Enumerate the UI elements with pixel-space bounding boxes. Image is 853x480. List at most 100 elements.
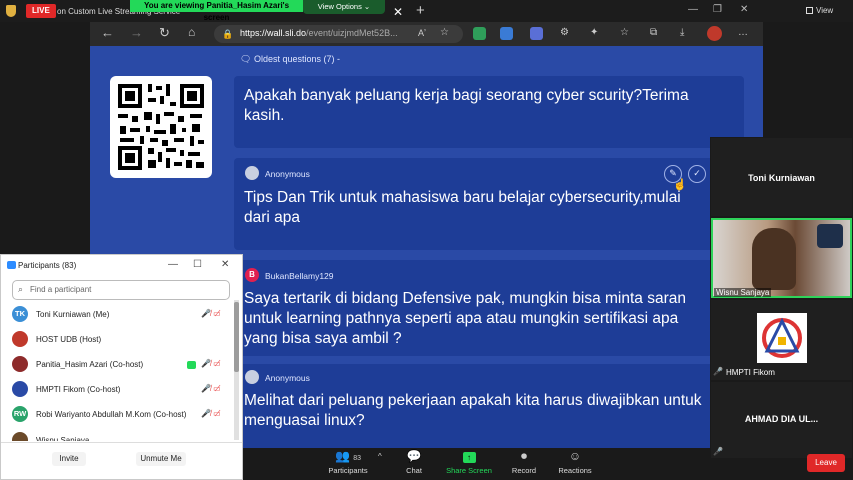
url-domain: https://wall.sli.do	[240, 28, 307, 38]
participants-icon: 👥 83	[334, 449, 362, 463]
url-path: /event/uizjmdMet52B...	[306, 28, 398, 38]
share-screen-button[interactable]: ↑ Share Screen	[439, 449, 499, 475]
mic-muted-icon: 🎤	[713, 447, 723, 456]
reactions-icon: ☺	[568, 449, 582, 463]
home-icon[interactable]: ⌂	[188, 25, 195, 39]
collections-icon[interactable]: ⧉	[650, 27, 657, 38]
chat-icon: 💬	[406, 449, 422, 463]
reactions-label: Reactions	[558, 466, 592, 475]
extension-icon[interactable]	[473, 27, 486, 40]
puzzle-icon[interactable]: ✦	[590, 27, 598, 38]
profile-avatar[interactable]	[707, 26, 722, 41]
share-screen-icon: ↑	[439, 449, 499, 463]
participant-name: HMPTI Fikom	[726, 368, 775, 377]
mark-answered-icon[interactable]: ✓	[688, 165, 706, 183]
question-text: Melihat dari peluang pekerjaan apakah ki…	[244, 392, 702, 429]
share-screen-label: Share Screen	[446, 466, 492, 475]
participant-name: Toni Kurniawan	[748, 173, 815, 183]
more-menu-icon[interactable]: …	[738, 27, 748, 38]
live-badge[interactable]: LIVE	[26, 4, 56, 18]
participant-name: AHMAD DIA UL...	[744, 414, 819, 424]
minimize-icon[interactable]: —	[688, 4, 698, 15]
extension-icon-2[interactable]	[500, 27, 513, 40]
restore-icon[interactable]: ❐	[713, 4, 722, 15]
search-placeholder: Find a participant	[30, 285, 92, 294]
question-author: Anonymous	[265, 373, 310, 383]
question-text: Saya tertarik di bidang Defensive pak, m…	[244, 290, 686, 347]
sort-label: Oldest questions (7)	[253, 54, 335, 64]
participant-avatar	[12, 381, 28, 397]
participant-name: Wisnu Sanjaya	[714, 288, 772, 297]
sort-dropdown[interactable]: 🗨 Oldest questions (7) -	[240, 54, 340, 65]
close-tab-icon[interactable]: ✕	[393, 5, 403, 19]
settings-gear-icon[interactable]: ⚙	[560, 27, 569, 38]
mic-muted-icon: 🎤	[713, 367, 723, 376]
screen: LIVE on Custom Live Streaming Service Yo…	[0, 0, 853, 480]
participant-avatar: TK	[12, 306, 28, 322]
speaker-figure	[752, 228, 796, 290]
leave-button[interactable]: Leave	[807, 454, 845, 472]
participant-avatar: RW	[12, 406, 28, 422]
participant-name: HOST UDB (Host)	[36, 335, 102, 344]
mic-video-off-icons: 🎤̸ ▭̸	[201, 309, 221, 318]
author-avatar: B	[245, 268, 259, 282]
reload-icon[interactable]: ↻	[159, 25, 170, 41]
new-tab-icon[interactable]: +	[416, 2, 425, 19]
chevron-down-icon: -	[337, 54, 340, 64]
close-panel-icon[interactable]: ✕	[221, 259, 229, 270]
download-icon[interactable]: ⤓	[680, 27, 684, 38]
divider	[1, 442, 242, 443]
question-text: Tips Dan Trik untuk mahasiswa baru belaj…	[244, 189, 681, 226]
extension-icon-3[interactable]	[530, 27, 543, 40]
read-aloud-icon[interactable]: Aʼ	[418, 28, 426, 38]
participant-avatar	[12, 432, 28, 441]
participant-name: Panitia_Hasim Azari (Co-host)	[36, 360, 144, 369]
search-icon: ⌕	[18, 284, 24, 294]
view-button[interactable]: View	[816, 6, 833, 15]
back-icon[interactable]: ←	[101, 25, 114, 40]
mic-video-off-icons: 🎤̸ ▭̸	[201, 409, 221, 418]
reactions-button[interactable]: ☺ Reactions	[545, 449, 605, 475]
chat-button[interactable]: 💬 Chat	[384, 449, 444, 475]
shield-logo-icon	[817, 224, 843, 248]
maximize-panel-icon[interactable]: ☐	[193, 259, 202, 270]
favorites-icon[interactable]: ☆	[620, 27, 629, 38]
participants-count: 83	[353, 455, 362, 462]
qr-code-graphic	[118, 84, 204, 170]
participant-name: HMPTI Fikom (Co-host)	[36, 385, 121, 394]
question-author: Anonymous	[265, 169, 310, 179]
chevron-up-icon[interactable]: ^	[378, 452, 382, 461]
participant-avatar	[12, 356, 28, 372]
view-options-button[interactable]: View Options ⌄	[303, 0, 385, 14]
record-label: Record	[511, 466, 537, 475]
invite-button[interactable]: Invite	[52, 452, 86, 466]
participants-button[interactable]: 👥 83 Participants	[318, 449, 378, 475]
viewing-banner: You are viewing Panitia_Hasim Azari's sc…	[130, 0, 303, 22]
mic-video-off-icons: 🎤̸ ▭̸	[201, 359, 221, 368]
view-grid-icon	[806, 7, 813, 14]
participants-label: Participants	[328, 466, 368, 475]
chat-label: Chat	[406, 466, 422, 475]
participant-avatar	[12, 331, 28, 347]
url-text: https://wall.sli.do/event/uizjmdMet52B..…	[240, 28, 398, 38]
minimize-panel-icon[interactable]: —	[168, 259, 178, 270]
unmute-me-button[interactable]: Unmute Me	[136, 452, 186, 466]
zoom-logo-icon	[7, 261, 16, 269]
comment-icon: 🗨	[240, 54, 254, 64]
mic-video-off-icons: 🎤̸ ▭̸	[201, 384, 221, 393]
qr-code	[110, 76, 212, 178]
lock-icon: 🔒	[222, 29, 234, 39]
participant-name: Toni Kurniawan (Me)	[36, 310, 110, 319]
close-window-icon[interactable]: ✕	[740, 4, 748, 15]
anonymous-avatar-icon	[245, 370, 259, 384]
hmpti-logo-graphic	[762, 317, 802, 358]
participant-name: Robi Wariyanto Abdullah M.Kom (Co-host)	[36, 410, 187, 419]
participant-name: Wisnu Sanjaya	[36, 436, 90, 441]
hmpti-logo	[757, 313, 807, 363]
scrollbar-thumb[interactable]	[234, 302, 239, 372]
forward-icon[interactable]: →	[130, 25, 143, 40]
shield-icon	[6, 5, 16, 17]
question-author: BukanBellamy129	[265, 271, 334, 281]
favorite-add-icon[interactable]: ☆	[440, 27, 449, 38]
anonymous-avatar-icon	[245, 166, 259, 180]
